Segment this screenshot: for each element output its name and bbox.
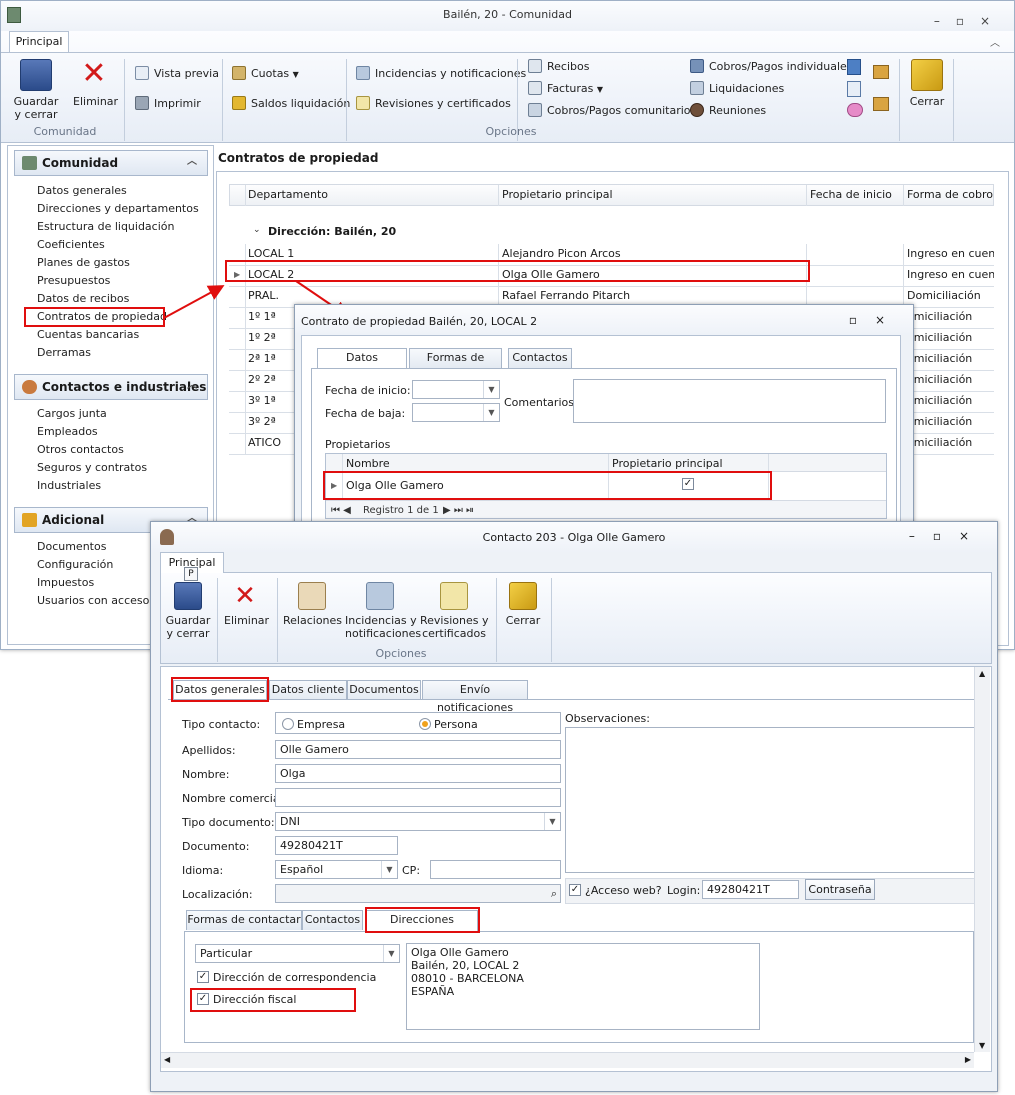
pager-nav[interactable]: ⏮ ◀ bbox=[331, 505, 351, 516]
start-date-label: Fecha de inicio: bbox=[325, 384, 411, 397]
document-field[interactable]: 49280421T bbox=[275, 836, 398, 855]
contact-close-button[interactable]: Cerrar bbox=[501, 582, 545, 627]
owners-col-main: Propietario principal bbox=[612, 457, 723, 470]
radio-persona[interactable] bbox=[419, 718, 431, 730]
folder-exit-icon bbox=[509, 582, 537, 610]
tab-contact[interactable]: Documentos bbox=[347, 680, 421, 700]
observations-textarea[interactable] bbox=[565, 727, 975, 873]
window-controls[interactable]: ▫× bbox=[849, 313, 903, 327]
web-access-checkbox[interactable]: ✓ bbox=[569, 884, 581, 896]
contact-window: Contacto 203 - Olga Olle Gamero –▫× Prin… bbox=[150, 521, 998, 1092]
contact-card-icon bbox=[298, 582, 326, 610]
contact-save-close-button[interactable]: Guardar y cerrar bbox=[165, 582, 211, 640]
contact-reviews-button[interactable]: Revisiones y certificados bbox=[420, 582, 488, 640]
location-label: Localización: bbox=[182, 888, 253, 901]
dropdown-arrow-icon[interactable]: ▼ bbox=[483, 404, 499, 421]
document-label: Documento: bbox=[182, 840, 250, 853]
dropdown-arrow-icon[interactable]: ▼ bbox=[483, 381, 499, 398]
scroll-down-icon[interactable]: ▼ bbox=[979, 1041, 985, 1050]
pager-label: Registro 1 de 1 bbox=[363, 505, 439, 516]
scroll-left-icon[interactable]: ◀ bbox=[164, 1055, 170, 1064]
mail-address-label: Dirección de correspondencia bbox=[213, 971, 377, 984]
contact-type-label: Tipo contacto: bbox=[182, 718, 261, 731]
dropdown-arrow-icon[interactable]: ▼ bbox=[381, 861, 397, 878]
owners-col-name: Nombre bbox=[346, 457, 390, 470]
trade-name-label: Nombre comercial: bbox=[182, 792, 287, 805]
red-x-icon: ✕ bbox=[234, 581, 256, 611]
radio-empresa-label: Empresa bbox=[297, 718, 346, 731]
scroll-up-icon[interactable]: ▲ bbox=[979, 669, 985, 678]
highlight-fiscal-address bbox=[190, 988, 356, 1012]
login-label: Login: bbox=[667, 884, 701, 897]
radio-empresa[interactable] bbox=[282, 718, 294, 730]
contact-incidents-button[interactable]: Incidencias y notificaciones bbox=[345, 582, 421, 640]
dropdown-arrow-icon[interactable]: ▼ bbox=[544, 813, 560, 830]
address-textbox[interactable]: Olga Olle Gamero Bailén, 20, LOCAL 2 080… bbox=[406, 943, 760, 1030]
dropdown-arrow-icon[interactable]: ▼ bbox=[383, 945, 399, 962]
mail-address-checkbox[interactable]: ✓ bbox=[197, 971, 209, 983]
tab-contact[interactable]: Envío notificaciones bbox=[422, 680, 528, 714]
radio-persona-label: Persona bbox=[434, 718, 478, 731]
horizontal-scrollbar[interactable]: ◀ ▶ bbox=[161, 1052, 974, 1068]
tab-contract[interactable]: Contactos bbox=[508, 348, 572, 368]
contact-delete-button[interactable]: ✕ Eliminar bbox=[224, 581, 269, 627]
scroll-right-icon[interactable]: ▶ bbox=[965, 1055, 971, 1064]
contract-dialog: Contrato de propiedad Bailén, 20, LOCAL … bbox=[294, 304, 914, 525]
comments-label: Comentarios: bbox=[504, 396, 578, 409]
trade-name-field[interactable] bbox=[275, 788, 561, 807]
login-field[interactable]: 49280421T bbox=[702, 880, 799, 899]
surname-label: Apellidos: bbox=[182, 744, 236, 757]
start-date-picker[interactable]: ▼ bbox=[412, 380, 500, 399]
tab-contact[interactable]: Datos cliente bbox=[269, 680, 347, 700]
contact-window-title: Contacto 203 - Olga Olle Gamero bbox=[482, 531, 666, 544]
certificate-icon bbox=[440, 582, 468, 610]
highlight-datos-generales-tab bbox=[171, 677, 269, 702]
name-label: Nombre: bbox=[182, 768, 230, 781]
arrow-sidebar-to-grid bbox=[163, 285, 225, 319]
cp-label: CP: bbox=[402, 864, 421, 877]
observations-label: Observaciones: bbox=[565, 712, 650, 725]
surname-field[interactable]: Olle Gamero bbox=[275, 740, 561, 759]
tab-contract[interactable]: Formas de cobro bbox=[409, 348, 502, 382]
contract-dialog-title: Contrato de propiedad Bailén, 20, LOCAL … bbox=[301, 315, 538, 328]
language-label: Idioma: bbox=[182, 864, 224, 877]
contact-group-opciones-label: Opciones bbox=[375, 647, 427, 660]
tab-contract[interactable]: Datos generales bbox=[317, 348, 407, 382]
end-date-picker[interactable]: ▼ bbox=[412, 403, 500, 422]
incidents-icon bbox=[366, 582, 394, 610]
floppy-disk-icon bbox=[174, 582, 202, 610]
password-button[interactable]: Contraseña bbox=[805, 879, 875, 900]
relations-button[interactable]: Relaciones bbox=[283, 582, 342, 627]
name-field[interactable]: Olga bbox=[275, 764, 561, 783]
location-field[interactable]: ⌕ bbox=[275, 884, 561, 903]
tab-address[interactable]: Contactos bbox=[302, 910, 363, 930]
doc-type-label: Tipo documento: bbox=[182, 816, 275, 829]
window-controls[interactable]: –▫× bbox=[909, 529, 987, 543]
end-date-label: Fecha de baja: bbox=[325, 407, 406, 420]
comments-textarea[interactable] bbox=[573, 379, 886, 423]
highlight-direcciones-tab bbox=[365, 907, 480, 933]
web-access-label: ¿Acceso web? bbox=[585, 884, 662, 897]
language-select[interactable]: Español ▼ bbox=[275, 860, 398, 879]
highlight-owner-row bbox=[323, 471, 772, 500]
vertical-scrollbar[interactable]: ▲ ▼ bbox=[974, 667, 990, 1052]
pager-nav-next[interactable]: ▶ ⏭ ⏯ bbox=[443, 505, 474, 516]
search-icon[interactable]: ⌕ bbox=[551, 885, 557, 902]
cp-field[interactable] bbox=[430, 860, 561, 879]
tab-address[interactable]: Formas de contactar bbox=[186, 910, 302, 930]
owners-label: Propietarios bbox=[325, 438, 391, 451]
keytip-badge: P bbox=[184, 567, 198, 581]
address-type-select[interactable]: Particular ▼ bbox=[195, 944, 400, 963]
doc-type-select[interactable]: DNI ▼ bbox=[275, 812, 561, 831]
